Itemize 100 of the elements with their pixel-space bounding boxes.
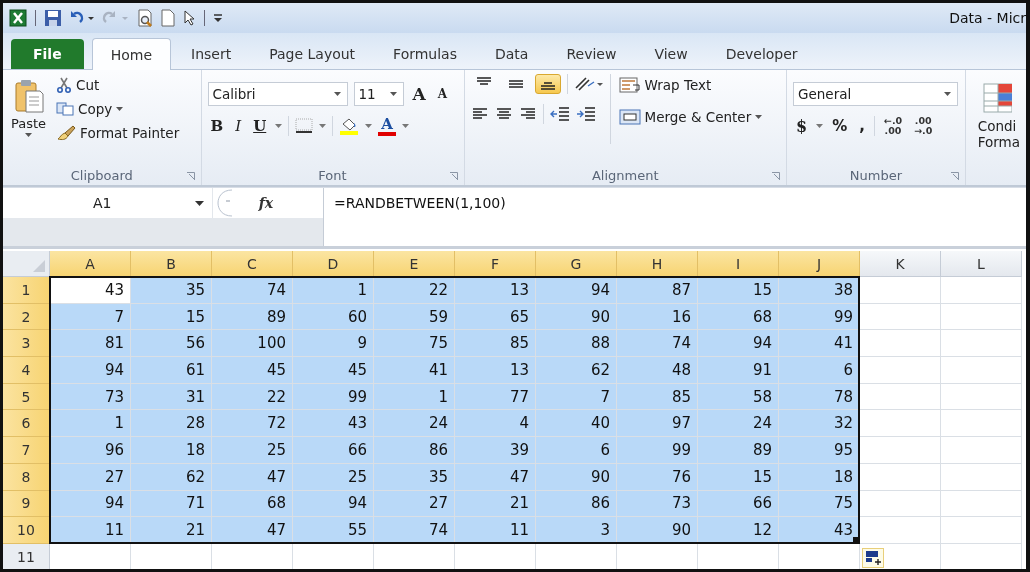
cell[interactable]: 39 [455, 437, 536, 464]
merge-center-button[interactable]: Merge & Center [616, 106, 765, 128]
row-header[interactable]: 3 [3, 330, 50, 358]
cell[interactable]: 90 [536, 303, 617, 331]
cell[interactable]: 78 [779, 383, 860, 411]
cell[interactable]: 59 [374, 303, 455, 331]
cell[interactable]: 65 [455, 303, 536, 331]
empty-cell[interactable] [941, 357, 1022, 384]
cell[interactable]: 38 [779, 277, 860, 304]
row-header[interactable]: 1 [3, 277, 50, 304]
cell[interactable]: 7 [50, 303, 131, 331]
ribbon-tab[interactable]: Home [91, 38, 171, 70]
formula-input[interactable]: =RANDBETWEEN(1,100) [323, 188, 1026, 246]
cell[interactable]: 41 [374, 357, 455, 384]
cell[interactable]: 89 [698, 437, 779, 464]
empty-cell[interactable] [941, 463, 1022, 491]
currency-button[interactable]: $ [793, 116, 811, 136]
cell[interactable]: 72 [212, 410, 293, 438]
cell[interactable]: 71 [131, 490, 212, 518]
increase-indent-icon[interactable] [575, 106, 596, 122]
decrease-decimal-button[interactable]: .00 →.0 [911, 116, 936, 136]
cell[interactable]: 97 [617, 410, 698, 438]
underline-button[interactable]: U [250, 117, 270, 135]
orientation-icon[interactable] [573, 76, 604, 92]
dialog-launcher-icon[interactable] [772, 172, 781, 180]
font-color-button[interactable]: A [378, 116, 396, 136]
cell[interactable]: 99 [617, 437, 698, 464]
shrink-font-button[interactable]: A [434, 87, 451, 101]
comma-button[interactable]: , [856, 117, 868, 135]
cell[interactable]: 91 [698, 357, 779, 384]
cell[interactable]: 66 [293, 437, 374, 464]
cell[interactable]: 96 [50, 437, 131, 464]
resize-handle-icon[interactable] [217, 189, 233, 217]
cell[interactable]: 58 [698, 383, 779, 411]
cell[interactable]: 35 [131, 277, 212, 304]
column-header[interactable]: K [860, 251, 941, 277]
align-left-icon[interactable] [470, 107, 489, 121]
column-header[interactable]: H [617, 251, 698, 277]
dialog-launcher-icon[interactable] [950, 172, 959, 180]
cell[interactable]: 25 [212, 437, 293, 464]
cell[interactable]: 32 [779, 410, 860, 438]
cell[interactable]: 94 [50, 490, 131, 518]
empty-cell[interactable] [941, 277, 1022, 304]
cell[interactable]: 1 [293, 277, 374, 304]
new-document-icon[interactable] [160, 9, 176, 27]
cell[interactable]: 15 [131, 303, 212, 331]
print-preview-icon[interactable] [136, 9, 154, 27]
cell[interactable]: 13 [455, 357, 536, 384]
cell[interactable]: 11 [50, 517, 131, 544]
cell[interactable]: 88 [536, 330, 617, 358]
copy-button[interactable]: Copy [54, 98, 182, 120]
cell[interactable]: 74 [617, 330, 698, 358]
empty-cell[interactable] [941, 490, 1022, 518]
cell[interactable]: 94 [698, 330, 779, 358]
cell[interactable]: 24 [698, 410, 779, 438]
percent-button[interactable]: % [829, 117, 851, 135]
empty-cell[interactable] [941, 303, 1022, 331]
cell[interactable]: 85 [617, 383, 698, 411]
cell[interactable]: 43 [293, 410, 374, 438]
borders-icon[interactable] [295, 118, 314, 134]
cut-button[interactable]: Cut [54, 74, 182, 96]
cell[interactable]: 27 [374, 490, 455, 518]
cell[interactable]: 99 [293, 383, 374, 411]
cell[interactable]: 1 [374, 383, 455, 411]
cell[interactable]: 48 [617, 357, 698, 384]
column-header[interactable]: I [698, 251, 779, 277]
column-header[interactable]: E [374, 251, 455, 277]
column-header[interactable]: B [131, 251, 212, 277]
pointer-icon[interactable] [182, 9, 196, 27]
column-header[interactable]: A [50, 251, 131, 277]
cell[interactable]: 94 [536, 277, 617, 304]
cell[interactable]: 75 [374, 330, 455, 358]
cell[interactable]: 43 [779, 517, 860, 544]
cell[interactable]: 47 [212, 517, 293, 544]
cell[interactable]: 4 [455, 410, 536, 438]
cell[interactable]: 55 [293, 517, 374, 544]
column-header[interactable]: D [293, 251, 374, 277]
row-header[interactable]: 7 [3, 437, 50, 464]
cell[interactable]: 61 [131, 357, 212, 384]
cell[interactable]: 68 [212, 490, 293, 518]
ribbon-tab[interactable]: View [636, 39, 706, 69]
cell[interactable]: 86 [536, 490, 617, 518]
cell[interactable]: 73 [50, 383, 131, 411]
bottom-align-button[interactable] [534, 74, 561, 94]
bold-button[interactable]: B [207, 117, 227, 135]
insert-function-button[interactable]: fx [233, 195, 283, 211]
file-tab[interactable]: File [11, 39, 84, 69]
column-header[interactable]: J [779, 251, 860, 277]
cell[interactable]: 95 [779, 437, 860, 464]
fill-color-icon[interactable] [339, 117, 360, 135]
row-header[interactable]: 4 [3, 357, 50, 384]
cell[interactable]: 81 [50, 330, 131, 358]
cell[interactable]: 90 [536, 463, 617, 491]
font-name-dropdown[interactable]: Calibri [207, 82, 348, 106]
empty-cell[interactable] [941, 330, 1022, 358]
cell[interactable]: 6 [779, 357, 860, 384]
cell[interactable]: 62 [536, 357, 617, 384]
cell[interactable]: 27 [50, 463, 131, 491]
empty-cell[interactable] [941, 383, 1022, 411]
number-format-dropdown[interactable]: General [793, 82, 959, 106]
